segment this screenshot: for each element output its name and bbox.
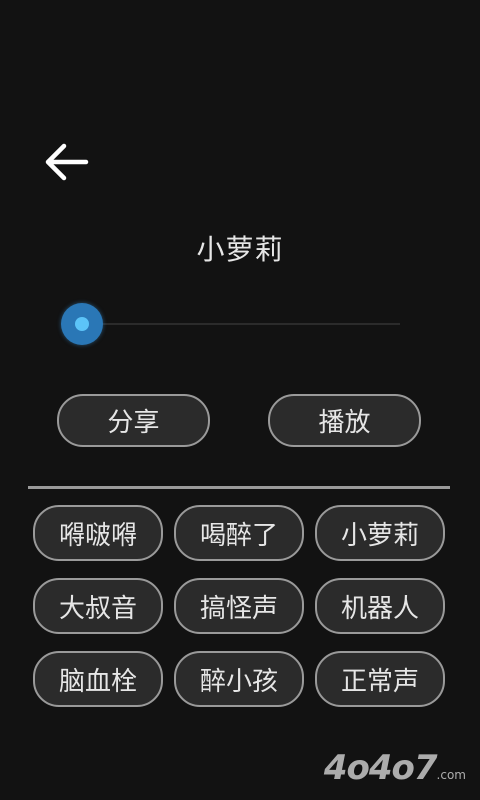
effect-button-deboede[interactable]: 嘚啵嘚 <box>33 505 163 561</box>
effect-button-drunk[interactable]: 喝醉了 <box>174 505 304 561</box>
effect-button-normal[interactable]: 正常声 <box>315 651 445 707</box>
effect-button-robot[interactable]: 机器人 <box>315 578 445 634</box>
playback-slider[interactable] <box>60 300 400 348</box>
effect-button-thrombosis[interactable]: 脑血栓 <box>33 651 163 707</box>
share-button[interactable]: 分享 <box>57 394 210 447</box>
effect-button-drunk-kid[interactable]: 醉小孩 <box>174 651 304 707</box>
divider <box>28 486 450 489</box>
arrow-left-icon <box>45 143 89 181</box>
watermark-logo: 4o4o7.com <box>323 748 466 788</box>
effect-button-little-girl[interactable]: 小萝莉 <box>315 505 445 561</box>
back-button[interactable] <box>42 140 92 184</box>
voice-title: 小萝莉 <box>196 233 284 266</box>
effect-button-funny[interactable]: 搞怪声 <box>174 578 304 634</box>
play-button[interactable]: 播放 <box>268 394 421 447</box>
effect-button-uncle[interactable]: 大叔音 <box>33 578 163 634</box>
slider-thumb[interactable] <box>61 303 103 345</box>
slider-track <box>82 323 400 325</box>
voice-effect-grid: 嘚啵嘚 喝醉了 小萝莉 大叔音 搞怪声 机器人 脑血栓 醉小孩 正常声 <box>33 505 445 707</box>
